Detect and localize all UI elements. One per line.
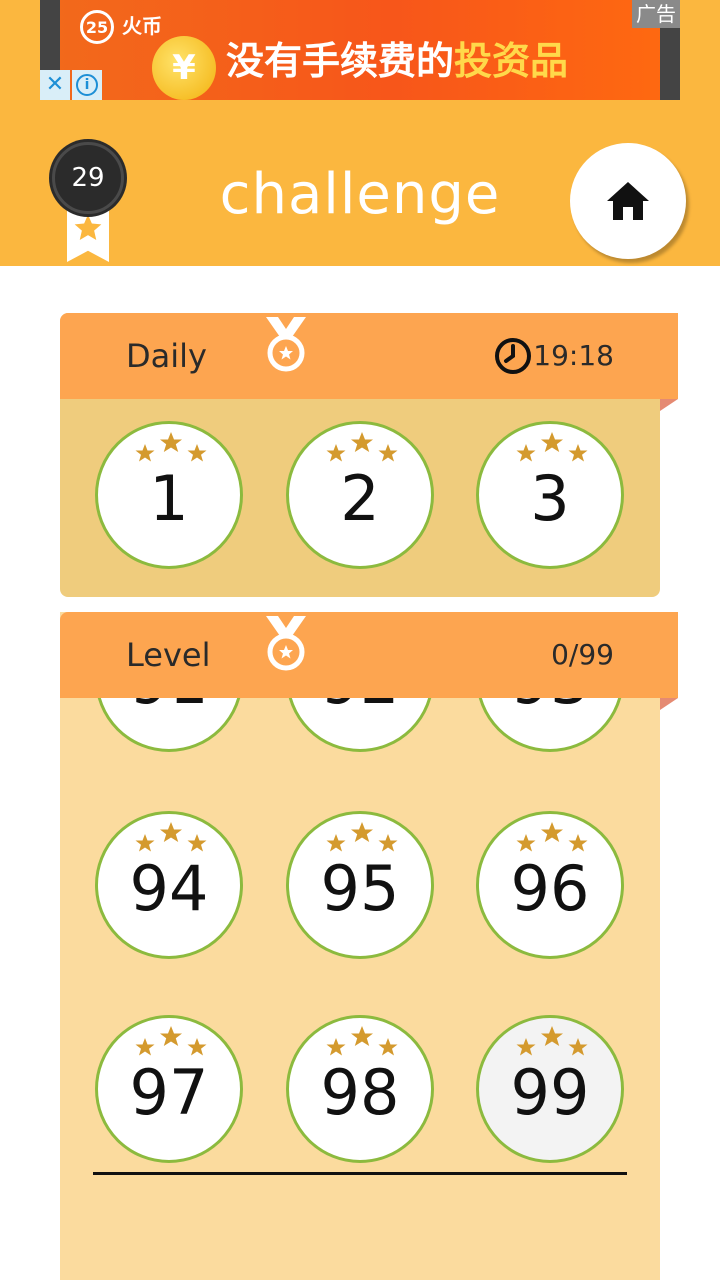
ad-coin-icon: ¥ [152, 36, 216, 100]
level-progress: 0/99 [551, 638, 614, 671]
medal-icon [266, 317, 306, 372]
daily-label: Daily [126, 337, 207, 375]
level-button[interactable]: 94 [95, 811, 243, 959]
header: 25 火币 ¥ 没有手续费的投资品 广告 ✕ i 29 challenge [0, 0, 720, 266]
level-label: Level [126, 636, 211, 674]
level-number: 94 [129, 852, 209, 925]
level-number: 98 [320, 1056, 400, 1129]
home-button[interactable] [570, 143, 686, 259]
level-button[interactable]: 99 [476, 1015, 624, 1163]
ad-tag: 广告 [632, 0, 680, 28]
daily-level-button[interactable]: 3 [476, 421, 624, 569]
level-number: 2 [340, 462, 380, 535]
level-number: 97 [129, 1056, 209, 1129]
level-card: 91 92 93 94 95 [60, 612, 678, 1280]
clock-icon [495, 338, 531, 374]
level-number: 1 [149, 462, 189, 535]
daily-card-fold [660, 399, 678, 411]
daily-level-button[interactable]: 1 [95, 421, 243, 569]
daily-card: Daily 19:18 1 2 3 [60, 313, 678, 597]
daily-timer: 19:18 [533, 339, 614, 372]
level-button[interactable]: 95 [286, 811, 434, 959]
level-number: 99 [510, 1056, 590, 1129]
level-card-header: Level 0/99 [60, 612, 678, 698]
ad-banner[interactable]: 25 火币 ¥ 没有手续费的投资品 广告 [40, 0, 680, 100]
ad-headline: 没有手续费的投资品 [226, 30, 568, 85]
ad-info-label: i [76, 74, 98, 96]
medal-icon [266, 616, 306, 671]
level-button[interactable]: 96 [476, 811, 624, 959]
level-number: 3 [530, 462, 570, 535]
divider [93, 1172, 627, 1175]
ad-brand: 火币 [122, 14, 162, 38]
ad-close-icon[interactable]: ✕ [40, 70, 70, 100]
ad-headline-main: 没有手续费的 [226, 39, 455, 83]
level-list[interactable]: 91 92 93 94 95 [60, 612, 660, 1280]
ad-headline-highlight: 投资品 [454, 39, 569, 83]
level-card-fold [660, 698, 678, 710]
level-button[interactable]: 98 [286, 1015, 434, 1163]
home-icon [607, 182, 649, 220]
level-button[interactable]: 97 [95, 1015, 243, 1163]
daily-card-header: Daily 19:18 [60, 313, 678, 399]
ad-logo: 25 [80, 10, 114, 44]
daily-level-button[interactable]: 2 [286, 421, 434, 569]
level-number: 96 [510, 852, 590, 925]
level-number: 95 [320, 852, 400, 925]
ad-info-icon[interactable]: i [72, 70, 102, 100]
